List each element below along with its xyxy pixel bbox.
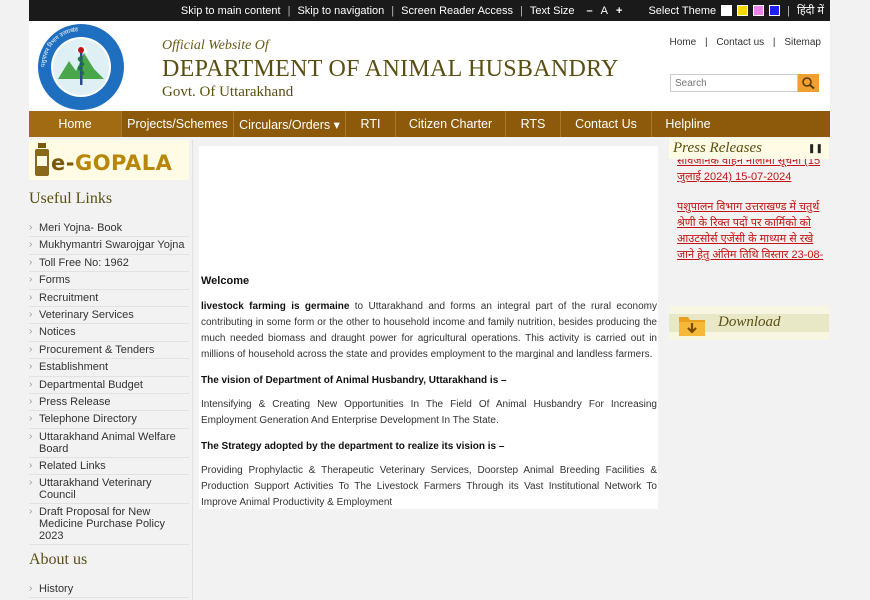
skip-to-navigation-link[interactable]: Skip to navigation: [297, 5, 384, 17]
sidebar-link[interactable]: Procurement & Tenders: [29, 342, 189, 360]
normal-text-button[interactable]: A: [601, 5, 608, 17]
theme-pink-swatch[interactable]: [753, 5, 765, 16]
press-release-item[interactable]: पशुपालन विभाग उत्तराखण्ड में चतुर्थ श्रे…: [677, 199, 830, 262]
department-logo[interactable]: पशुपालन विभाग उत्तराखंड: [36, 23, 126, 111]
theme-white-swatch[interactable]: [721, 5, 733, 16]
sidebar-link[interactable]: Establishment: [29, 359, 189, 377]
nav-helpline[interactable]: Helpline: [652, 111, 724, 137]
accessibility-bar: Skip to main content | Skip to navigatio…: [29, 0, 830, 21]
utility-links: Home | Contact us | Sitemap: [669, 37, 821, 48]
search-icon: [802, 77, 815, 90]
page: Skip to main content | Skip to navigatio…: [0, 0, 870, 600]
about-us-heading: About us: [29, 551, 88, 568]
egopala-logo-text: e-GOPALA: [51, 151, 173, 175]
increase-text-button[interactable]: +: [616, 5, 622, 17]
download-label: Download: [718, 314, 781, 330]
theme-blue-swatch[interactable]: [769, 5, 781, 16]
search-button[interactable]: [798, 74, 819, 92]
decrease-text-button[interactable]: –: [587, 5, 593, 17]
strategy-heading: The Strategy adopted by the department t…: [201, 441, 505, 452]
sidebar-link[interactable]: Related Links: [29, 458, 189, 476]
site-header: पशुपालन विभाग उत्तराखंड Official Website…: [29, 21, 830, 111]
egopala-bottle-icon: [35, 143, 49, 176]
util-sitemap-link[interactable]: Sitemap: [784, 37, 821, 48]
sidebar-link[interactable]: Meri Yojna- Book: [29, 220, 189, 238]
hindi-language-link[interactable]: हिंदी में: [797, 3, 824, 18]
vision-heading: The vision of Department of Animal Husba…: [201, 375, 507, 386]
site-tagline: Official Website Of: [162, 38, 269, 53]
intro-paragraph: livestock farming is germaine to Uttarak…: [201, 301, 657, 360]
useful-links-list: Meri Yojna- BookMukhymantri Swarojgar Yo…: [29, 220, 189, 546]
sidebar-link[interactable]: Draft Proposal for New Medicine Purchase…: [29, 504, 189, 546]
sidebar-link[interactable]: Toll Free No: 1962: [29, 255, 189, 273]
site-title: DEPARTMENT OF ANIMAL HUSBANDRY: [162, 56, 619, 82]
welcome-heading: Welcome: [201, 275, 250, 287]
theme-yellow-swatch[interactable]: [737, 5, 749, 16]
main-navigation: Home Projects/Schemes Circulars/Orders ▾…: [29, 111, 830, 137]
nav-projects-schemes[interactable]: Projects/Schemes: [122, 111, 234, 137]
sidebar-link[interactable]: Recruitment: [29, 290, 189, 307]
left-column-divider: [192, 140, 193, 600]
vision-paragraph: Intensifying & Creating New Opportunitie…: [201, 399, 657, 426]
egopala-banner[interactable]: e-GOPALA: [29, 140, 189, 180]
nav-citizen-charter[interactable]: Citizen Charter: [396, 111, 506, 137]
sidebar-link[interactable]: Notices: [29, 324, 189, 342]
site-subtitle: Govt. Of Uttarakhand: [162, 84, 294, 100]
sidebar-link[interactable]: Forms: [29, 272, 189, 290]
sidebar-link[interactable]: Mukhymantri Swarojgar Yojna: [29, 237, 189, 255]
text-size-label: Text Size: [529, 4, 575, 17]
sidebar-link[interactable]: Uttarakhand Animal Welfare Board: [29, 429, 189, 458]
about-links-list: History: [29, 581, 189, 599]
download-banner[interactable]: Download: [669, 306, 829, 340]
util-contact-link[interactable]: Contact us: [716, 37, 764, 48]
sidebar-link[interactable]: Veterinary Services: [29, 307, 189, 325]
press-release-item[interactable]: सार्वजनिक वाहन नीलामी सूचना (15 जुलाई 20…: [677, 159, 830, 185]
download-folder-icon: [679, 317, 705, 336]
nav-circulars-orders[interactable]: Circulars/Orders ▾: [234, 111, 346, 137]
util-home-link[interactable]: Home: [669, 37, 696, 48]
sidebar-link[interactable]: Telephone Directory: [29, 411, 189, 429]
skip-to-main-link[interactable]: Skip to main content: [181, 5, 281, 17]
sidebar-link[interactable]: Departmental Budget: [29, 377, 189, 394]
search-input[interactable]: [670, 74, 798, 92]
nav-home[interactable]: Home: [29, 111, 122, 137]
nav-contact-us[interactable]: Contact Us: [561, 111, 652, 137]
strategy-paragraph: Providing Prophylactic & Therapeutic Vet…: [201, 465, 657, 508]
press-releases-list: सार्वजनिक वाहन नीलामी सूचना (15 जुलाई 20…: [677, 159, 830, 262]
nav-rts[interactable]: RTS: [506, 111, 561, 137]
nav-rti[interactable]: RTI: [346, 111, 396, 137]
sidebar-link[interactable]: Press Release: [29, 394, 189, 412]
press-releases-title: Press Releases: [673, 140, 763, 156]
pause-scroll-button[interactable]: ❚❚: [808, 143, 823, 154]
press-releases-header: Press Releases ❚❚: [669, 138, 829, 159]
sidebar-link[interactable]: Uttarakhand Veterinary Council: [29, 475, 189, 505]
select-theme-label: Select Theme: [648, 4, 717, 17]
screen-reader-access-link[interactable]: Screen Reader Access: [401, 5, 513, 17]
useful-links-heading: Useful Links: [29, 190, 113, 207]
sidebar-link[interactable]: History: [29, 581, 189, 599]
